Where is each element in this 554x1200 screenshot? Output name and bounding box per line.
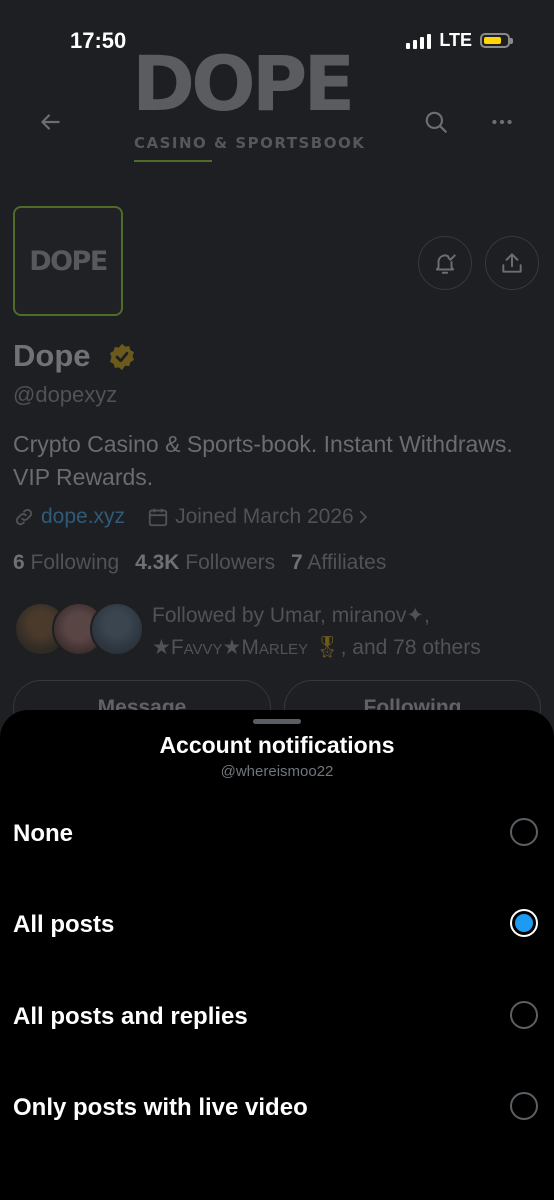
option-live-video[interactable]: Only posts with live video	[0, 1066, 554, 1146]
radio-button[interactable]	[510, 1001, 538, 1029]
battery-icon	[480, 33, 513, 48]
profile-handle: @dopexyz	[13, 382, 118, 407]
notifications-button[interactable]	[418, 236, 472, 290]
sheet-subtitle: @whereismoo22	[220, 763, 334, 780]
arrow-left-icon	[41, 114, 60, 130]
bell-check-icon	[435, 254, 456, 274]
option-none[interactable]: None	[0, 792, 554, 872]
search-button[interactable]	[414, 100, 458, 144]
banner-underline	[134, 160, 212, 162]
more-icon	[492, 119, 512, 125]
share-icon	[502, 253, 522, 273]
option-all-posts[interactable]: All posts	[0, 883, 554, 963]
profile-meta: dope.xyz Joined March 2026	[13, 505, 372, 529]
back-button[interactable]	[28, 100, 72, 144]
following-stat[interactable]: 6 Following	[13, 551, 119, 574]
search-icon	[425, 111, 447, 133]
sheet-title: Account notifications	[159, 732, 395, 758]
network-type: LTE	[439, 30, 472, 50]
status-bar: 17:50 LTE	[0, 0, 554, 60]
joined-date[interactable]: Joined March 2026	[175, 505, 354, 529]
profile-bio: Crypto Casino & Sports-book. Instant Wit…	[13, 431, 513, 490]
sheet-drag-handle[interactable]	[253, 719, 301, 724]
avatar-logo-text: DOPE	[29, 245, 108, 277]
website-link[interactable]: dope.xyz	[41, 505, 125, 529]
verified-badge-icon	[110, 343, 134, 371]
avatar	[90, 602, 144, 656]
profile-avatar[interactable]: DOPE	[13, 206, 123, 316]
clock: 17:50	[70, 28, 127, 53]
followers-stat[interactable]: 4.3K Followers	[135, 551, 275, 574]
share-button[interactable]	[485, 236, 539, 290]
option-label: All posts and replies	[13, 1003, 248, 1030]
affiliates-stat[interactable]: 7 Affiliates	[291, 551, 386, 574]
option-label: Only posts with live video	[13, 1094, 308, 1121]
more-button[interactable]	[480, 100, 524, 144]
calendar-icon	[148, 508, 168, 527]
chevron-right-icon	[359, 510, 367, 524]
status-icons: LTE	[406, 30, 513, 51]
profile-stats: 6 Following 4.3K Followers 7 Affiliates	[13, 551, 386, 575]
option-all-posts-and-replies[interactable]: All posts and replies	[0, 975, 554, 1055]
option-label: None	[13, 820, 73, 847]
followed-by-text[interactable]: Followed by Umar, miranov✦, ★Favvy★Marle…	[152, 600, 532, 664]
radio-button[interactable]	[510, 818, 538, 846]
followed-by-avatars[interactable]	[14, 602, 144, 658]
signal-icon	[406, 33, 432, 49]
radio-button[interactable]	[510, 909, 538, 937]
profile-name: Dope	[13, 338, 91, 373]
account-notifications-sheet: Account notifications @whereismoo22 None…	[0, 710, 554, 1200]
banner-subtitle: CASINO & SPORTSBOOK	[134, 134, 366, 152]
radio-button[interactable]	[510, 1092, 538, 1120]
medal-icon: 🎖	[313, 636, 341, 659]
link-icon	[15, 508, 33, 526]
option-label: All posts	[13, 911, 115, 938]
